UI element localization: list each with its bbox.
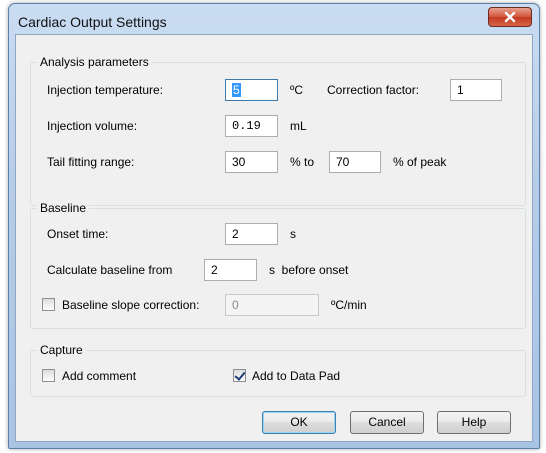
tail-fitting-to-label: % to (290, 155, 315, 169)
baseline-group: Baseline Onset time: 2 s Calculate basel… (30, 201, 526, 329)
baseline-slope-unit: ºC/min (331, 298, 367, 312)
tail-fitting-from-value: 30 (232, 155, 246, 169)
injection-temperature-value: 5 (232, 83, 241, 97)
baseline-label: Baseline (37, 201, 90, 215)
close-button[interactable] (488, 7, 532, 27)
baseline-slope-checkbox[interactable] (42, 298, 55, 311)
cancel-button[interactable]: Cancel (350, 411, 424, 434)
tail-fitting-to-value: 70 (336, 155, 350, 169)
tail-fitting-label: Tail fitting range: (47, 155, 135, 169)
baseline-slope-label: Baseline slope correction: (62, 298, 200, 312)
calc-baseline-input[interactable]: 2 (204, 259, 257, 281)
dialog-client: Analysis parameters Injection temperatur… (15, 34, 533, 442)
baseline-slope-value: 0 (232, 298, 239, 312)
capture-label: Capture (37, 343, 86, 357)
injection-temperature-input[interactable]: 5 (225, 79, 278, 101)
injection-volume-value: 0.19 (232, 119, 261, 133)
injection-volume-input[interactable]: 0.19 (225, 115, 278, 137)
correction-factor-value: 1 (457, 83, 464, 97)
calc-baseline-label: Calculate baseline from (47, 263, 173, 277)
window-title: Cardiac Output Settings (18, 14, 167, 30)
injection-temperature-unit: ºC (290, 83, 304, 97)
capture-group: Capture Add comment Add to Data Pad (30, 343, 526, 397)
add-to-datapad-label: Add to Data Pad (252, 369, 341, 383)
add-comment-label: Add comment (62, 369, 137, 383)
tail-fitting-to-input[interactable]: 70 (329, 151, 381, 173)
calc-baseline-suffix: s before onset (269, 263, 349, 277)
calc-baseline-value: 2 (211, 263, 218, 277)
correction-factor-input[interactable]: 1 (450, 79, 502, 101)
analysis-parameters-group: Analysis parameters Injection temperatur… (30, 55, 526, 206)
ok-button[interactable]: OK (262, 411, 336, 434)
baseline-slope-input[interactable]: 0 (225, 294, 319, 316)
add-to-datapad-checkbox[interactable] (233, 369, 246, 382)
correction-factor-label: Correction factor: (327, 83, 420, 97)
tail-fitting-suffix: % of peak (393, 155, 447, 169)
help-button[interactable]: Help (437, 411, 511, 434)
onset-time-value: 2 (232, 227, 239, 241)
injection-temperature-label: Injection temperature: (47, 83, 164, 97)
close-icon (504, 11, 516, 23)
onset-time-label: Onset time: (47, 227, 109, 241)
onset-time-unit: s (290, 227, 296, 241)
injection-volume-unit: mL (290, 119, 307, 133)
tail-fitting-from-input[interactable]: 30 (225, 151, 278, 173)
analysis-parameters-label: Analysis parameters (37, 55, 152, 69)
onset-time-input[interactable]: 2 (225, 223, 278, 245)
add-comment-checkbox[interactable] (42, 369, 55, 382)
injection-volume-label: Injection volume: (47, 119, 138, 133)
dialog-window: Cardiac Output Settings Analysis paramet… (8, 3, 540, 449)
